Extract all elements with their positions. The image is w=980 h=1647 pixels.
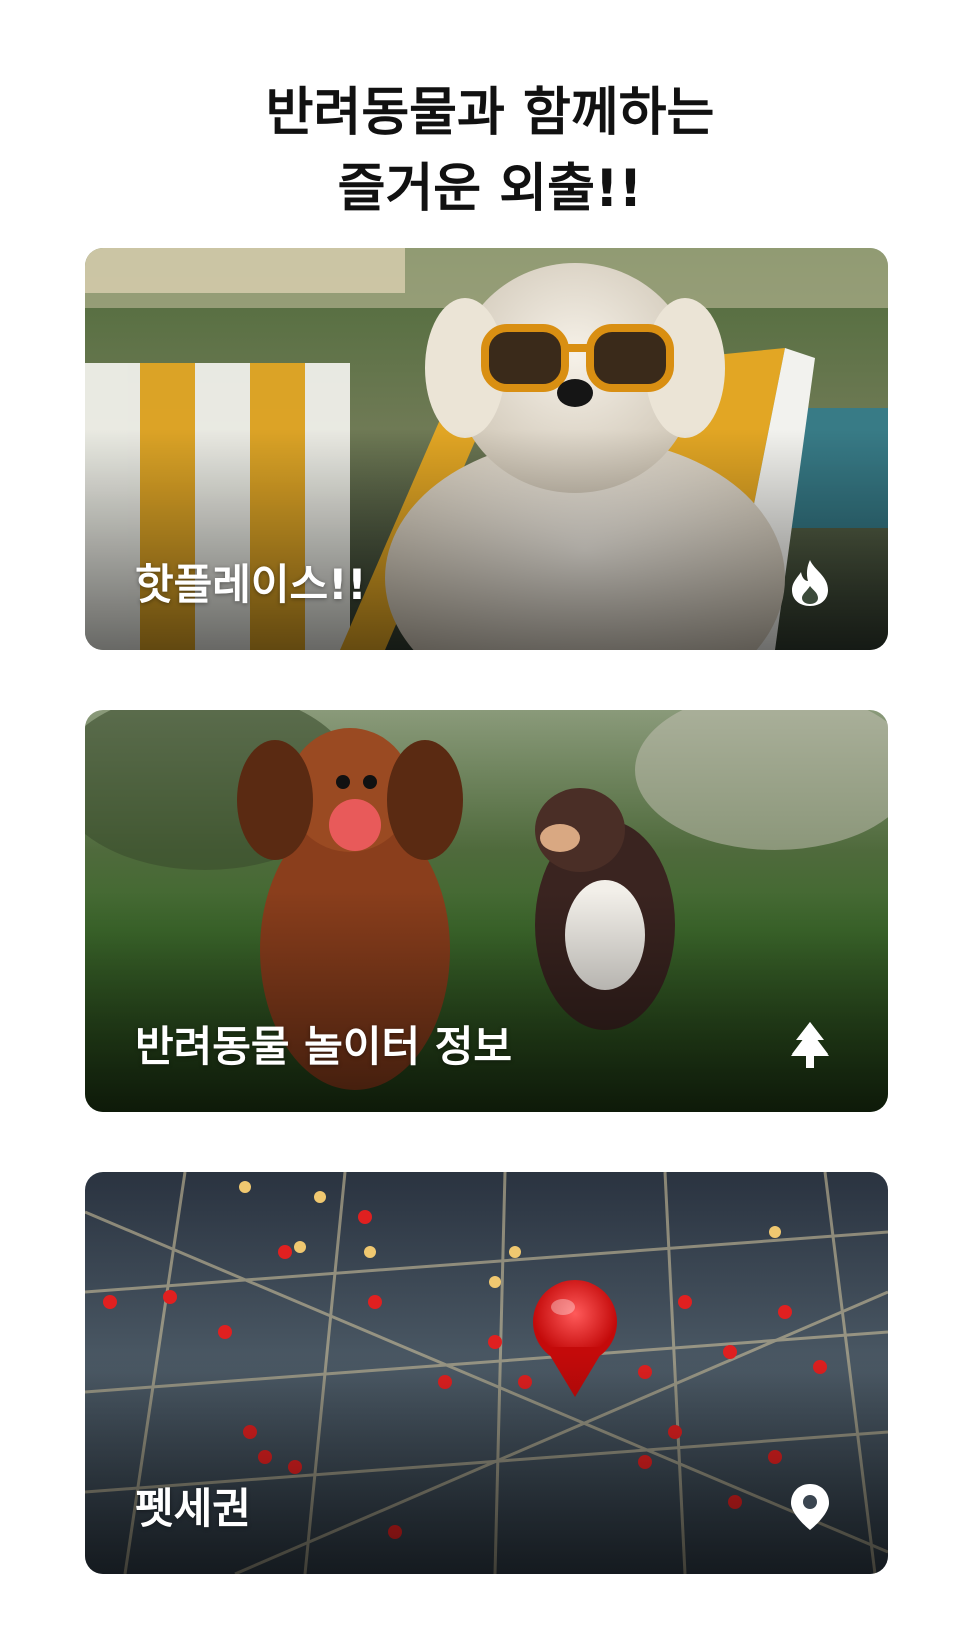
- page-headline: 반려동물과 함께하는 즐거운 외출!!: [0, 75, 980, 227]
- petsekwon-card[interactable]: 펫세권: [85, 1172, 888, 1574]
- playground-label: 반려동물 놀이터 정보: [135, 1022, 513, 1071]
- location-pin-icon: [791, 1484, 829, 1530]
- headline-line-2: 즐거운 외출!!: [337, 158, 643, 219]
- headline-line-1: 반려동물과 함께하는: [265, 82, 715, 143]
- petsekwon-label: 펫세권: [135, 1484, 251, 1533]
- hotplace-card[interactable]: 핫플레이스!!: [85, 248, 888, 650]
- flame-icon: [792, 560, 828, 606]
- tree-icon: [791, 1022, 829, 1068]
- hotplace-label: 핫플레이스!!: [135, 560, 367, 609]
- playground-card[interactable]: 반려동물 놀이터 정보: [85, 710, 888, 1112]
